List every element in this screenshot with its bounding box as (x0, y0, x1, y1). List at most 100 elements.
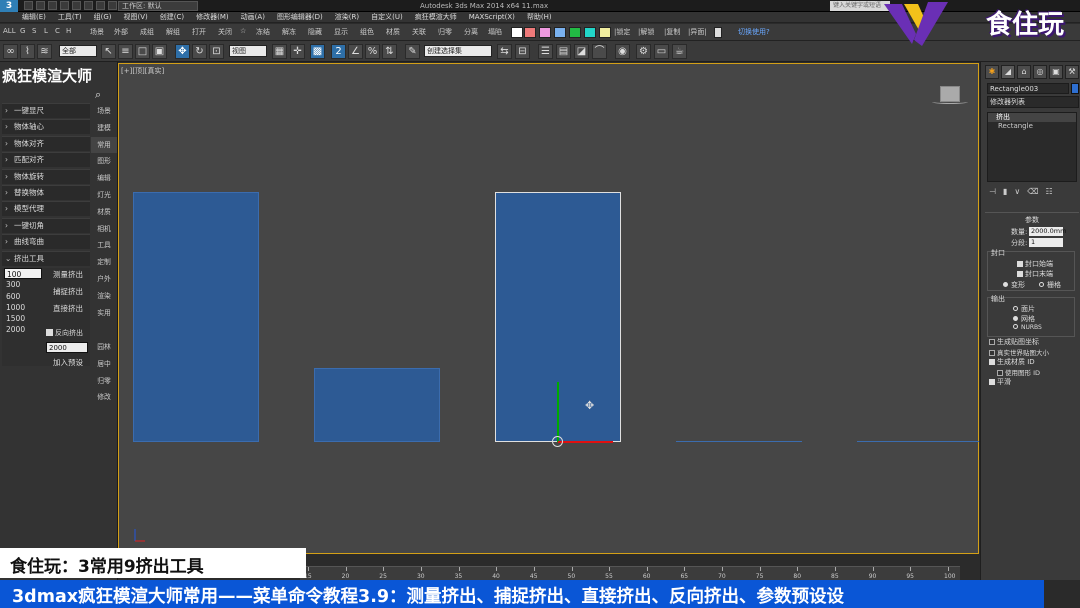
real-world-checkbox[interactable]: 真实世界贴图大小 (989, 347, 1049, 357)
mesh-radio[interactable]: 网格 (1013, 314, 1035, 324)
hold-icon[interactable] (84, 1, 93, 10)
category-item[interactable]: › 匹配对齐 (2, 152, 90, 168)
menu-customize[interactable]: 自定义(U) (371, 12, 403, 22)
menu-graph-editors[interactable]: 图形编辑器(D) (277, 12, 323, 22)
tb-detach[interactable]: 分离 (464, 27, 478, 37)
select-move-icon[interactable]: ✥ (175, 44, 190, 59)
save-file-icon[interactable] (48, 1, 57, 10)
menu-maxscript[interactable]: MAXScript(X) (469, 13, 515, 21)
select-scale-icon[interactable]: ⊡ (209, 44, 224, 59)
tb-star-icon[interactable]: ☆ (240, 27, 246, 35)
tb-all[interactable]: ALL (3, 27, 16, 35)
parameters-header[interactable]: 参数 (985, 215, 1079, 225)
color-swatch-pink[interactable] (539, 27, 551, 38)
flat-rectangle-edge[interactable] (676, 441, 802, 442)
create-tab-icon[interactable]: ✱ (985, 65, 999, 79)
tb-ungroup[interactable]: 解组 (166, 27, 180, 37)
preset-value-item[interactable]: 1500 (4, 313, 42, 324)
tab-scene[interactable]: 场景 (91, 103, 117, 120)
tb-link[interactable]: 关联 (412, 27, 426, 37)
percent-snap-icon[interactable]: % (365, 44, 380, 59)
tab-reset[interactable]: 归零 (91, 373, 117, 390)
tb-g[interactable]: G (20, 27, 25, 35)
color-swatch-white[interactable] (511, 27, 523, 38)
tb-c[interactable]: C (55, 27, 60, 35)
preset-value-input[interactable]: 2000 (46, 342, 88, 353)
tb-material[interactable]: 材质 (386, 27, 400, 37)
modify-tab-icon[interactable]: ◢ (1001, 65, 1015, 79)
tab-landscape[interactable]: 园林 (91, 339, 117, 356)
render-setup-icon[interactable]: ⚙ (636, 44, 651, 59)
reverse-extrude-checkbox[interactable]: 反向挤出 (46, 328, 83, 338)
tab-common[interactable]: 常用 (91, 136, 117, 154)
viewport-navigation-controls[interactable] (1044, 580, 1080, 608)
selection-filter-dropdown[interactable]: 全部 (59, 45, 97, 57)
render-production-icon[interactable]: ☕ (672, 44, 687, 59)
viewcube-ring[interactable] (932, 100, 968, 104)
app-logo-icon[interactable]: 3 (0, 0, 18, 12)
tab-modify[interactable]: 修改 (91, 389, 117, 406)
scene-explorer-icon[interactable]: ☰ (538, 44, 553, 59)
bind-space-warp-icon[interactable]: ≋ (37, 44, 52, 59)
tb-unlock[interactable]: |解锁 (638, 27, 654, 37)
toggle-square[interactable] (714, 27, 722, 38)
measure-extrude-button[interactable]: 测量挤出 (46, 268, 90, 282)
category-item[interactable]: › 一键显尺 (2, 103, 90, 118)
tb-external[interactable]: 外部 (114, 27, 128, 37)
color-swatch-cyan[interactable] (584, 27, 596, 38)
tab-tools[interactable]: 工具 (91, 237, 117, 254)
timeline-ruler[interactable]: 15 20 25 30 35 40 45 50 55 60 65 70 75 80 85 90 95 100 (300, 566, 960, 580)
show-end-result-icon[interactable]: ▮ (1003, 187, 1007, 196)
named-selection-dropdown[interactable]: 创建选择集 (424, 45, 492, 57)
tab-utility[interactable]: 实用 (91, 305, 117, 322)
tb-l[interactable]: L (44, 27, 48, 35)
category-item[interactable]: › 物体对齐 (2, 135, 90, 151)
object-color-swatch[interactable] (1071, 83, 1079, 94)
link-icon[interactable]: ∞ (3, 44, 18, 59)
graphite-tools-icon[interactable]: ◪ (574, 44, 589, 59)
category-item-extrude-tools[interactable]: ⌄ 挤出工具 (2, 250, 90, 266)
color-swatch-red[interactable] (524, 27, 536, 38)
object-name-field[interactable]: Rectangle003 (987, 83, 1069, 94)
menu-plugin[interactable]: 疯狂模渲大师 (415, 12, 457, 22)
tab-custom[interactable]: 定制 (91, 254, 117, 271)
tab-modeling[interactable]: 建模 (91, 120, 117, 137)
smooth-checkbox[interactable]: 平滑 (989, 377, 1011, 387)
motion-tab-icon[interactable]: ◎ (1033, 65, 1047, 79)
stack-item-extrude[interactable]: 挤出 (988, 113, 1076, 122)
snap-extrude-button[interactable]: 捕捉挤出 (46, 285, 90, 299)
menu-group[interactable]: 组(G) (94, 12, 112, 22)
align-icon[interactable]: ⊟ (515, 44, 530, 59)
tab-shapes[interactable]: 图形 (91, 153, 117, 170)
tb-group-color[interactable]: 组色 (360, 27, 374, 37)
tab-materials[interactable]: 材质 (91, 204, 117, 221)
select-by-name-icon[interactable]: ≡ (118, 44, 133, 59)
menu-create[interactable]: 创建(C) (160, 12, 184, 22)
workspace-dropdown[interactable]: 工作区: 默认 (118, 1, 198, 11)
patch-radio[interactable]: 面片 (1013, 304, 1035, 314)
use-shape-ids-checkbox[interactable]: 使用图形 ID (997, 367, 1040, 377)
category-item[interactable]: › 一键切角 (2, 217, 90, 233)
tb-open[interactable]: 打开 (192, 27, 206, 37)
spinner-snap-icon[interactable]: ⇅ (382, 44, 397, 59)
redo-icon[interactable] (72, 1, 81, 10)
preset-value-item[interactable]: 2000 (4, 324, 42, 335)
tab-render[interactable]: 渲染 (91, 288, 117, 305)
material-editor-icon[interactable]: ◉ (615, 44, 630, 59)
configure-sets-icon[interactable]: ☷ (1046, 187, 1053, 196)
category-item[interactable]: › 物体旋转 (2, 168, 90, 184)
color-swatch-blue[interactable] (554, 27, 566, 38)
rectangle-object[interactable] (314, 368, 440, 442)
morph-radio[interactable]: 变形 (1003, 280, 1025, 290)
menu-edit[interactable]: 编辑(E) (22, 12, 46, 22)
unlink-icon[interactable]: ⌇ (20, 44, 35, 59)
tb-copy[interactable]: |复制 (664, 27, 680, 37)
remove-modifier-icon[interactable]: ⌫ (1027, 187, 1038, 196)
add-preset-button[interactable]: 加入预设 (46, 357, 90, 368)
mirror-icon[interactable]: ⇆ (497, 44, 512, 59)
rendered-frame-icon[interactable]: ▭ (654, 44, 669, 59)
display-tab-icon[interactable]: ▣ (1049, 65, 1063, 79)
tb-freeze[interactable]: 冻结 (256, 27, 270, 37)
tb-lock[interactable]: |锁定 (614, 27, 630, 37)
preset-value-item[interactable]: 300 (4, 279, 42, 290)
